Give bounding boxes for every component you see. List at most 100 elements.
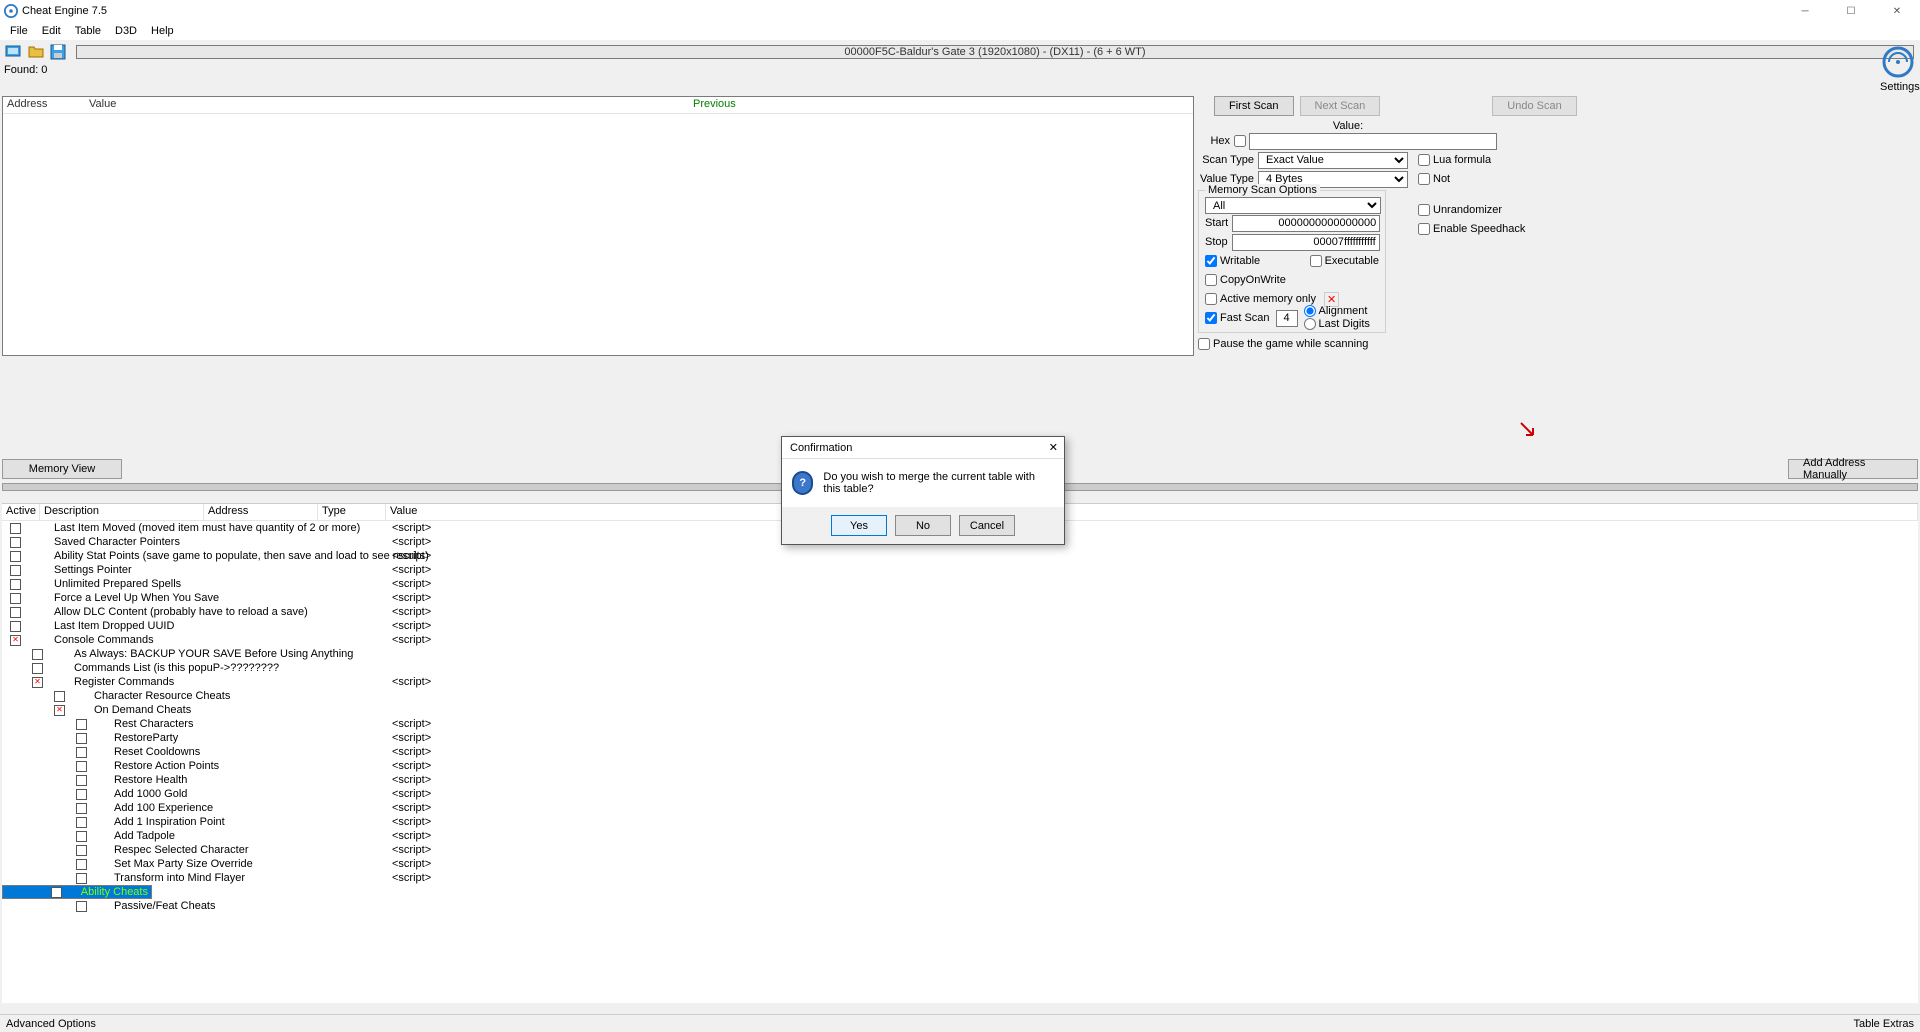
table-row[interactable]: Restore Health<script> <box>2 773 1918 787</box>
table-row[interactable]: Reset Cooldowns<script> <box>2 745 1918 759</box>
menu-file[interactable]: File <box>4 24 34 38</box>
cancel-button[interactable]: Cancel <box>959 515 1015 536</box>
settings-button[interactable]: Settings <box>1880 45 1916 93</box>
table-row[interactable]: ✕Console Commands<script> <box>2 633 1918 647</box>
menu-edit[interactable]: Edit <box>36 24 67 38</box>
stop-input[interactable] <box>1232 234 1380 251</box>
process-name[interactable]: 00000F5C-Baldur's Gate 3 (1920x1080) - (… <box>76 45 1914 59</box>
table-row[interactable]: Restore Action Points<script> <box>2 759 1918 773</box>
alignment-radio[interactable] <box>1304 305 1316 317</box>
active-checkbox[interactable] <box>76 831 87 842</box>
table-row[interactable]: ✕On Demand Cheats <box>2 703 1918 717</box>
scan-type-select[interactable]: Exact Value <box>1258 152 1408 169</box>
open-button[interactable] <box>26 42 46 62</box>
add-to-list-arrow-icon[interactable] <box>1520 422 1534 436</box>
active-checkbox[interactable] <box>10 565 21 576</box>
hdr-address[interactable]: Address <box>204 504 318 520</box>
active-checkbox[interactable] <box>76 747 87 758</box>
active-checkbox[interactable] <box>76 775 87 786</box>
col-address[interactable]: Address <box>3 97 85 113</box>
table-row[interactable]: Add 1000 Gold<script> <box>2 787 1918 801</box>
table-row[interactable]: Allow DLC Content (probably have to relo… <box>2 605 1918 619</box>
active-checkbox[interactable]: ✕ <box>32 677 43 688</box>
table-row[interactable]: Add 100 Experience<script> <box>2 801 1918 815</box>
hdr-description[interactable]: Description <box>40 504 204 520</box>
active-checkbox[interactable] <box>76 873 87 884</box>
active-checkbox[interactable] <box>51 887 62 898</box>
active-checkbox[interactable] <box>76 761 87 772</box>
copyonwrite-checkbox[interactable] <box>1205 274 1217 286</box>
memory-view-button[interactable]: Memory View <box>2 459 122 479</box>
menu-d3d[interactable]: D3D <box>109 24 143 38</box>
start-input[interactable] <box>1232 215 1380 232</box>
table-row[interactable]: RestoreParty<script> <box>2 731 1918 745</box>
table-row[interactable]: Character Resource Cheats <box>2 689 1918 703</box>
writable-checkbox[interactable] <box>1205 255 1217 267</box>
active-checkbox[interactable] <box>54 691 65 702</box>
active-checkbox[interactable] <box>10 551 21 562</box>
active-checkbox[interactable] <box>10 621 21 632</box>
col-value[interactable]: Value <box>85 97 689 113</box>
active-checkbox[interactable] <box>76 803 87 814</box>
active-checkbox[interactable] <box>76 789 87 800</box>
menu-table[interactable]: Table <box>69 24 107 38</box>
no-button[interactable]: No <box>895 515 951 536</box>
maximize-button[interactable]: ☐ <box>1828 0 1874 22</box>
hdr-type[interactable]: Type <box>318 504 386 520</box>
active-checkbox[interactable] <box>10 537 21 548</box>
last-digits-radio[interactable] <box>1304 318 1316 330</box>
table-row[interactable]: Ability Stat Points (save game to popula… <box>2 549 1918 563</box>
add-address-manually-button[interactable]: Add Address Manually <box>1788 459 1918 479</box>
fast-scan-value[interactable] <box>1276 310 1298 327</box>
active-checkbox[interactable] <box>76 859 87 870</box>
active-checkbox[interactable] <box>76 733 87 744</box>
hex-checkbox[interactable] <box>1234 135 1246 147</box>
table-row[interactable]: Respec Selected Character<script> <box>2 843 1918 857</box>
active-checkbox[interactable] <box>76 817 87 828</box>
table-row[interactable]: Rest Characters<script> <box>2 717 1918 731</box>
active-checkbox[interactable] <box>32 649 43 660</box>
active-checkbox[interactable] <box>10 593 21 604</box>
table-extras-button[interactable]: Table Extras <box>1853 1018 1914 1030</box>
speedhack-checkbox[interactable] <box>1418 223 1430 235</box>
active-checkbox[interactable] <box>32 663 43 674</box>
table-row[interactable]: ✕Register Commands<script> <box>2 675 1918 689</box>
fast-scan-checkbox[interactable] <box>1205 312 1217 324</box>
active-checkbox[interactable] <box>10 523 21 534</box>
active-checkbox[interactable] <box>76 901 87 912</box>
table-row[interactable]: Unlimited Prepared Spells<script> <box>2 577 1918 591</box>
select-process-button[interactable] <box>4 42 24 62</box>
active-checkbox[interactable] <box>10 579 21 590</box>
lua-formula-checkbox[interactable] <box>1418 154 1430 166</box>
active-checkbox[interactable]: ✕ <box>54 705 65 716</box>
unrandomizer-checkbox[interactable] <box>1418 204 1430 216</box>
table-row[interactable]: Settings Pointer<script> <box>2 563 1918 577</box>
table-row[interactable]: Add Tadpole<script> <box>2 829 1918 843</box>
table-row[interactable]: Transform into Mind Flayer<script> <box>2 871 1918 885</box>
menu-help[interactable]: Help <box>145 24 180 38</box>
minimize-button[interactable]: ─ <box>1782 0 1828 22</box>
pause-game-checkbox[interactable] <box>1198 338 1210 350</box>
advanced-options-button[interactable]: Advanced Options <box>6 1018 96 1030</box>
table-row[interactable]: Ability Cheats <box>2 885 152 899</box>
memory-region-select[interactable]: All <box>1205 197 1381 214</box>
yes-button[interactable]: Yes <box>831 515 887 536</box>
dialog-close-button[interactable]: ✕ <box>1049 441 1058 454</box>
table-row[interactable]: Force a Level Up When You Save<script> <box>2 591 1918 605</box>
hdr-active[interactable]: Active <box>2 504 40 520</box>
table-row[interactable]: Commands List (is this popuP->???????? <box>2 661 1918 675</box>
active-checkbox[interactable] <box>76 719 87 730</box>
not-checkbox[interactable] <box>1418 173 1430 185</box>
first-scan-button[interactable]: First Scan <box>1214 96 1294 116</box>
active-memory-checkbox[interactable] <box>1205 293 1217 305</box>
active-checkbox[interactable] <box>10 607 21 618</box>
col-previous[interactable]: Previous <box>689 97 740 113</box>
table-row[interactable]: Add 1 Inspiration Point<script> <box>2 815 1918 829</box>
save-button[interactable] <box>48 42 68 62</box>
hdr-value[interactable]: Value <box>386 504 1918 520</box>
executable-checkbox[interactable] <box>1310 255 1322 267</box>
close-button[interactable]: ✕ <box>1874 0 1920 22</box>
value-input[interactable] <box>1249 133 1497 150</box>
table-row[interactable]: As Always: BACKUP YOUR SAVE Before Using… <box>2 647 1918 661</box>
table-row[interactable]: Passive/Feat Cheats <box>2 899 1918 913</box>
